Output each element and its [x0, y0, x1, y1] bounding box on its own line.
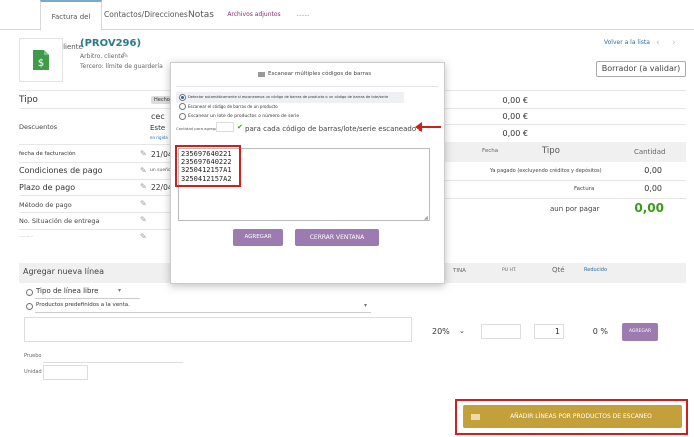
option-3-label: Escanear un lote de productos o número d… — [188, 114, 300, 119]
extra-label: ........... — [19, 233, 33, 238]
descuentos-sub: en rígida — [150, 135, 168, 140]
cantidad-label: Cantidad para agregar — [176, 126, 219, 131]
status-badge: Borrador (a validar) — [596, 61, 686, 77]
radio-tipo-linea[interactable] — [26, 289, 33, 296]
col-tipo: Tipo — [542, 146, 560, 156]
resize-handle-icon[interactable]: ◢ — [424, 215, 428, 221]
modal-close-button[interactable]: CERRAR VENTANA — [295, 229, 379, 246]
modal-title: Escanear múltiples códigos de barras — [268, 71, 372, 77]
por-pagar-label: aun por pagar — [550, 205, 600, 213]
radio-product-barcode[interactable] — [179, 103, 186, 110]
edit-plazo-icon[interactable]: ✎ — [140, 182, 147, 191]
col-puht: PU HT. — [502, 268, 517, 273]
tab-factura[interactable]: Factura del cliente — [40, 0, 102, 51]
barcode-line: 235697640222 — [181, 158, 232, 167]
unidad-input[interactable] — [43, 365, 88, 380]
option-2-label: Escanear el código de barras de un produ… — [188, 104, 278, 109]
pruebo-label: Pruebo — [24, 353, 42, 359]
back-to-list-link[interactable]: Volver a la lista — [604, 39, 650, 46]
new-line-title: Agregar nueva línea — [23, 267, 104, 276]
red-arrow-annotation — [415, 122, 441, 132]
unidad-label: Unidad — [24, 369, 42, 375]
option-1-label: Detectar automáticamente si escaneamos u… — [188, 95, 389, 99]
col-qte: Qté — [552, 266, 565, 274]
plazo-pago-label: Plazo de pago — [19, 183, 76, 192]
check-icon: ✔ — [237, 123, 243, 131]
descuentos-value2: Este — [150, 124, 166, 132]
condiciones-pago-value: un sueño — [150, 168, 171, 173]
edit-metodo-icon[interactable]: ✎ — [140, 199, 147, 208]
col-cantidad: Cantidad — [634, 148, 666, 156]
descuentos-value1: cec — [151, 112, 165, 121]
cantidad-input[interactable] — [216, 122, 234, 132]
qty-input[interactable]: 1 — [534, 324, 564, 339]
situacion-entrega-label: No. Situación de entrega — [19, 217, 100, 225]
edit-situacion-icon[interactable]: ✎ — [140, 215, 147, 224]
barcode-line: 3250412157A1 — [181, 166, 232, 175]
barcode-icon — [471, 413, 480, 420]
arbitro-label: Arbitro. cliente — [80, 53, 125, 60]
prev-arrow-icon[interactable]: ‹ — [656, 38, 660, 48]
modal-add-button[interactable]: AGREGAR — [233, 229, 283, 246]
radio-lot-serial[interactable] — [179, 113, 186, 120]
metodo-pago-label: Método de pago — [19, 201, 72, 209]
tipo-linea-select[interactable]: ▾ — [118, 287, 140, 297]
vat-select[interactable]: 20% — [432, 327, 450, 336]
tab-archivos[interactable]: Archivos adjuntos — [226, 0, 282, 30]
radio-auto-detect[interactable] — [179, 94, 186, 101]
next-arrow-icon[interactable]: › — [672, 38, 676, 48]
amount-2: 0,00 € — [502, 112, 528, 121]
tipo-linea-label: Tipo de línea libre — [36, 287, 99, 295]
tipo-label: Tipo — [19, 95, 38, 105]
descuentos-label: Descuentos — [19, 123, 58, 131]
factura-label: Factura — [574, 186, 595, 192]
edit-condiciones-icon[interactable]: ✎ — [140, 166, 147, 175]
edit-fecha-icon[interactable]: ✎ — [140, 149, 147, 158]
barcode-line: 3250412157A2 — [181, 174, 232, 183]
col-tina: TINA — [453, 268, 466, 274]
pu-ht-input[interactable] — [481, 324, 521, 339]
discount-input[interactable]: 0 % — [588, 327, 608, 336]
por-pagar-value: 0,00 — [634, 201, 664, 215]
scan-lines-button[interactable]: AÑADIR LÍNEAS POR PRODUCTOS DE ESCANEO — [463, 405, 682, 428]
tercero-label: Tercero: límite de guardería — [80, 63, 163, 70]
fecha-facturacion-label: fecha de facturación — [19, 151, 76, 157]
edit-pencil-icon[interactable]: ✎ — [122, 51, 129, 60]
edit-extra-icon[interactable]: ✎ — [140, 232, 147, 241]
tab-more[interactable]: ........ — [288, 0, 318, 30]
add-line-button[interactable]: AGREGAR — [622, 323, 658, 341]
col-fecha: Fecha — [482, 148, 499, 154]
svg-text:$: $ — [38, 58, 44, 69]
condiciones-pago-label: Condiciones de pago — [19, 166, 103, 175]
scan-lines-label: AÑADIR LÍNEAS POR PRODUCTOS DE ESCANEO — [510, 413, 652, 420]
amount-1: 0,00 € — [502, 96, 528, 105]
factura-value: 0,00 — [644, 184, 662, 193]
productos-label: Productos predefinidos a la venta. — [36, 302, 130, 308]
ya-pagado-value: 0,00 — [644, 166, 662, 175]
vat-chevron-down-icon[interactable]: ⌄ — [459, 327, 465, 335]
invoice-file-icon: $ — [33, 50, 49, 70]
radio-productos[interactable] — [26, 303, 33, 310]
barcode-line: 235697640221 — [181, 150, 232, 158]
cantidad-hint: para cada código de barras/lote/serie es… — [245, 125, 423, 133]
ya-pagado-label: Ya pagado (excluyendo créditos y depósit… — [490, 168, 602, 174]
productos-select-arrow-icon[interactable]: ▾ — [364, 302, 367, 309]
document-thumbnail: $ — [19, 38, 63, 82]
invoice-ref: (PROV296) — [80, 38, 142, 49]
tab-contactos[interactable]: Contactos/Direcciones — [104, 0, 188, 30]
barcode-list: 235697640221 235697640222 3250412157A1 3… — [181, 150, 232, 183]
description-textarea[interactable] — [24, 317, 412, 342]
barcode-title-icon — [258, 72, 265, 77]
amount-3: 0,00 € — [502, 129, 528, 138]
tab-notas[interactable]: Notas — [184, 0, 218, 30]
col-reducido: Reducido — [584, 267, 608, 273]
